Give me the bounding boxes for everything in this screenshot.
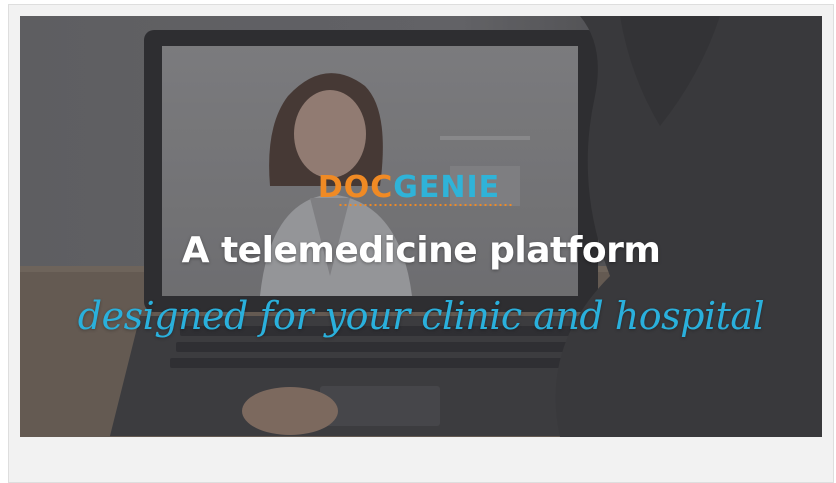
hero-banner-image: DOCGENIE A telemedicine platform designe…: [20, 16, 822, 437]
banner-headline: A telemedicine platform: [181, 230, 661, 271]
logo-genie-text: GENIE: [393, 170, 501, 205]
banner-tagline: designed for your clinic and hospital: [77, 294, 765, 338]
docgenie-logo: DOCGENIE: [20, 168, 822, 208]
logo-doc-text: DOC: [317, 170, 394, 205]
logo-dotted-underline: [338, 204, 514, 206]
laptop-video-call-illustration: [20, 16, 822, 437]
